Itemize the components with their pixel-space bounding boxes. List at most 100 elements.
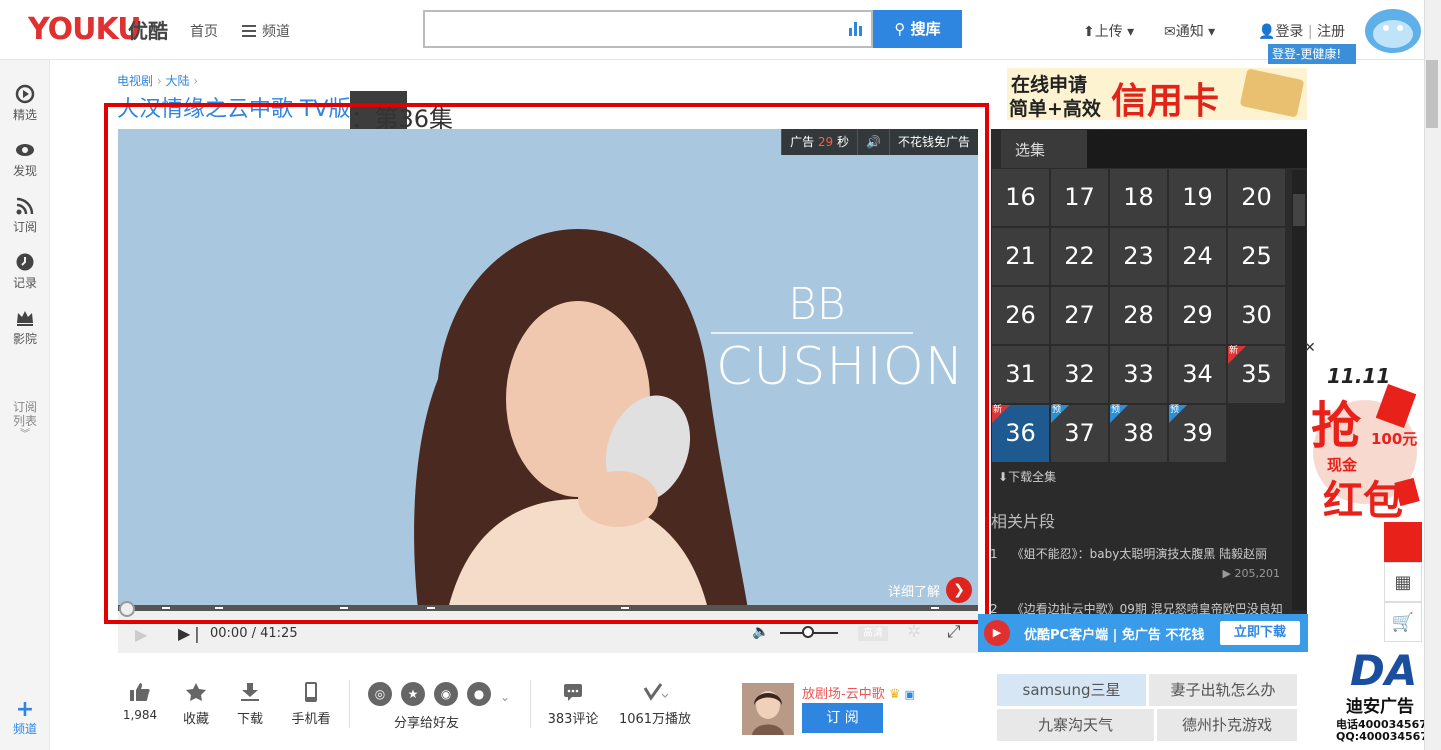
related-item[interactable]: 1 《姐不能忍》：baby太聪明演技太腹黑 陆毅赵丽 ▶ 205,201 <box>980 545 1290 580</box>
rail-item-subscribe[interactable]: 订阅 <box>0 196 50 235</box>
comments-button[interactable]: 383评论 <box>543 682 603 727</box>
episode-button[interactable]: 18 <box>1110 169 1167 226</box>
episode-button[interactable]: 29 <box>1169 287 1226 344</box>
plays-info[interactable]: 1061万播放 <box>615 682 695 727</box>
episode-number: 38 <box>1123 419 1154 447</box>
nav-channel-menu[interactable]: 频道 <box>242 21 290 41</box>
episode-button[interactable]: 26 <box>992 287 1049 344</box>
episode-number: 17 <box>1064 183 1095 211</box>
login-tip[interactable]: 登登-更健康! <box>1268 44 1356 64</box>
mascot-icon <box>1365 9 1421 53</box>
pc-client-ad[interactable]: ▶ 优酷PC客户端 | 免广告 不花钱 立即下载 <box>978 614 1308 652</box>
rail-item-featured[interactable]: 精选 <box>0 84 50 123</box>
search-input[interactable] <box>423 10 873 48</box>
search-button[interactable]: ⚲ 搜库 <box>873 10 962 48</box>
episode-button[interactable]: 37 预 <box>1051 405 1108 462</box>
episode-button[interactable]: 17 <box>1051 169 1108 226</box>
episode-button[interactable]: 25 <box>1228 228 1285 285</box>
episode-button[interactable]: 39 预 <box>1169 405 1226 462</box>
subscribe-button[interactable]: 订 阅 <box>802 703 883 733</box>
breadcrumb-tv[interactable]: 电视剧 <box>117 74 153 88</box>
youku-logo-cn[interactable]: 优酷 <box>128 15 168 44</box>
volume-icon[interactable]: 🔈 <box>752 624 769 640</box>
episode-button[interactable]: 34 <box>1169 346 1226 403</box>
episode-button[interactable]: 32 <box>1051 346 1108 403</box>
notify-menu[interactable]: ✉通知 ▾ <box>1164 21 1215 41</box>
youku-play-icon: ▶ <box>984 620 1010 646</box>
tag-link[interactable]: 九寨沟天气 <box>997 709 1154 741</box>
episode-button[interactable]: 35 新 <box>1228 346 1285 403</box>
rail-item-history[interactable]: 记录 <box>0 252 50 291</box>
fullscreen-icon[interactable]: ⤢ <box>947 622 961 642</box>
mobile-watch-button[interactable]: 手机看 <box>281 682 341 727</box>
chevron-down-icon[interactable]: ⌄ <box>500 682 510 712</box>
episode-button[interactable]: 24 <box>1169 228 1226 285</box>
related-plays: ▶ 205,201 <box>1222 567 1281 580</box>
episode-button[interactable]: 36 新 <box>992 405 1049 462</box>
episode-button[interactable]: 22 <box>1051 228 1108 285</box>
wechat-icon[interactable]: ◎ <box>368 682 392 706</box>
settings-icon[interactable]: ✲ <box>907 622 921 642</box>
episode-tag: 预 <box>1052 405 1062 415</box>
credit-card-ad[interactable]: 在线申请 简单+高效 信用卡 <box>1007 68 1307 122</box>
page-scroll-thumb[interactable] <box>1426 60 1438 128</box>
related-item[interactable]: 2 《边看边扯云中歌》09期 混兄怒喷皇帝欧巴没良知 <box>980 600 1290 614</box>
episode-number: 18 <box>1123 183 1154 211</box>
episode-button[interactable]: 20 <box>1228 169 1285 226</box>
breadcrumb-mainland[interactable]: 大陆 <box>165 74 189 88</box>
cart-icon[interactable]: 🛒 <box>1384 602 1422 642</box>
episode-number: 32 <box>1064 360 1095 388</box>
upload-menu[interactable]: ⬆上传 ▾ <box>1083 21 1134 41</box>
next-button[interactable]: ▶❘ <box>178 624 204 643</box>
episode-button[interactable]: 30 <box>1228 287 1285 344</box>
download-all-button[interactable]: ⬇下载全集 <box>998 468 1056 485</box>
uploader-avatar[interactable] <box>742 683 794 735</box>
tab-episodes[interactable]: 选集 <box>1001 130 1087 168</box>
breadcrumb: 电视剧 › 大陆 › <box>117 72 198 89</box>
episode-button[interactable]: 19 <box>1169 169 1226 226</box>
like-button[interactable]: 1,984 <box>110 682 170 723</box>
episode-button[interactable]: 21 <box>992 228 1049 285</box>
episode-button[interactable]: 23 <box>1110 228 1167 285</box>
rail-sub-list[interactable]: 订阅 列表 ︾ <box>0 386 50 456</box>
episode-scroll-thumb[interactable] <box>1293 194 1305 226</box>
register-link[interactable]: 注册 <box>1317 24 1345 40</box>
download-now-button[interactable]: 立即下载 <box>1220 621 1300 645</box>
qrcode-icon[interactable]: ▦ <box>1384 562 1422 602</box>
episode-button[interactable]: 38 预 <box>1110 405 1167 462</box>
episode-button[interactable]: 28 <box>1110 287 1167 344</box>
episode-scrollbar[interactable] <box>1292 170 1306 610</box>
red-envelope-tool[interactable] <box>1384 522 1422 562</box>
episode-button[interactable]: 31 <box>992 346 1049 403</box>
nav-home-link[interactable]: 首页 <box>190 21 218 41</box>
youku-logo[interactable]: YOUKU <box>28 12 142 47</box>
episode-button[interactable]: 16 <box>992 169 1049 226</box>
tag-link[interactable]: 德州扑克游戏 <box>1157 709 1297 741</box>
episode-button[interactable]: 33 <box>1110 346 1167 403</box>
phone-icon <box>305 682 317 702</box>
related-plays-count: 205,201 <box>1234 567 1281 580</box>
episode-button[interactable]: 27 <box>1051 287 1108 344</box>
rail-item-cinema[interactable]: 影院 <box>0 308 50 347</box>
red-packet-promo[interactable]: 11.11 抢 100元 现金 红包 <box>1305 360 1421 525</box>
uploader-name[interactable]: 放剧场-云中歌 ♛ ▣ <box>802 683 915 702</box>
tag-link[interactable]: 妻子出轨怎么办 <box>1149 674 1297 706</box>
da-ad-logo[interactable]: DA 迪安广告 电话4000345674 QQ:4000345674 <box>1336 646 1436 750</box>
bar-chart-icon[interactable] <box>848 20 864 36</box>
rail-channel[interactable]: + 频道 <box>0 699 50 737</box>
close-icon[interactable]: ✕ <box>1304 340 1316 356</box>
favorite-button[interactable]: 收藏 <box>166 682 226 727</box>
episode-number: 28 <box>1123 301 1154 329</box>
tag-link[interactable]: samsung三星 <box>997 674 1146 706</box>
volume-knob[interactable] <box>802 626 814 638</box>
qzone-icon[interactable]: ★ <box>401 682 425 706</box>
download-button[interactable]: 下载 <box>220 682 280 727</box>
ad-line-2: 简单+高效 <box>1009 98 1101 120</box>
login-link[interactable]: 登录 <box>1275 24 1303 40</box>
quality-button[interactable]: 高清 <box>858 626 888 641</box>
rail-item-discover[interactable]: 发现 <box>0 140 50 179</box>
search-icon: ⚲ <box>894 20 911 38</box>
weibo-icon[interactable]: ◉ <box>434 682 458 706</box>
play-button[interactable]: ▶ <box>135 625 147 644</box>
qq-icon[interactable]: ● <box>467 682 491 706</box>
